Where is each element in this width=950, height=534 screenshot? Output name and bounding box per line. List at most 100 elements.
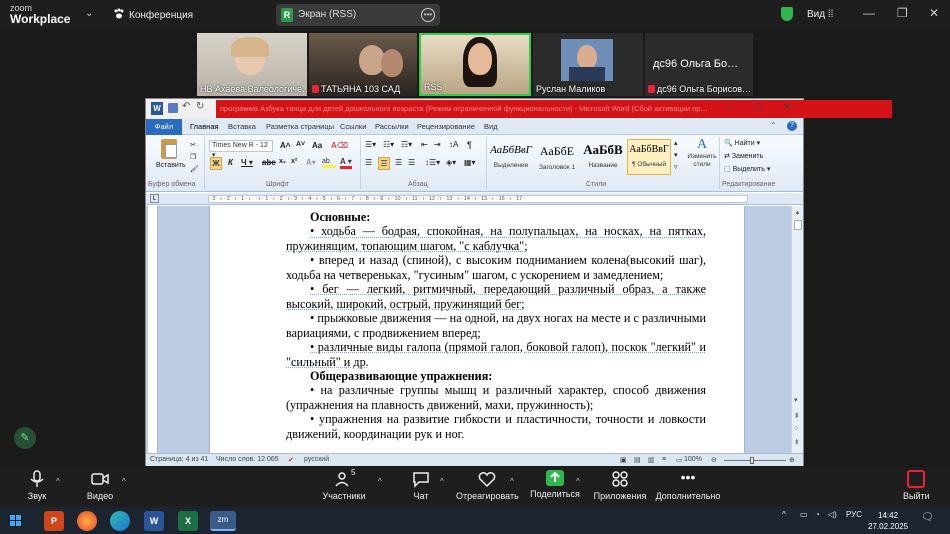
text-effects-icon[interactable]: A▾ (306, 158, 316, 167)
cut-icon[interactable]: ✂ (190, 141, 196, 149)
style-normal[interactable]: АаБбВвГ ¶ Обычный (627, 139, 671, 175)
tab-mailings[interactable]: Рассылки (375, 122, 409, 131)
view-draft-icon[interactable]: ▭ (676, 456, 683, 464)
bullets-icon[interactable]: ☰▾ (365, 140, 376, 149)
increase-indent-icon[interactable]: ⇥ (434, 140, 441, 149)
paste-button[interactable] (156, 137, 182, 161)
superscript-button[interactable]: x² (291, 158, 297, 165)
highlight-icon[interactable]: ab (322, 158, 336, 168)
decrease-indent-icon[interactable]: ⇤ (421, 140, 428, 149)
minimize-icon[interactable]: — (863, 6, 875, 20)
styles-more-icon[interactable]: ▿ (674, 163, 678, 171)
chevron-up-icon[interactable]: ^ (56, 477, 60, 486)
multilevel-icon[interactable]: ☶▾ (401, 140, 412, 149)
numbering-icon[interactable]: ☷▾ (383, 140, 394, 149)
tray-chevron-up-icon[interactable]: ^ (782, 510, 786, 519)
participant-tile-active-speaker[interactable]: RSS (419, 33, 531, 96)
align-center-icon[interactable]: ☰ (378, 157, 390, 170)
shading-icon[interactable]: ◈▾ (446, 158, 456, 167)
replace-button[interactable]: ⇄ Заменить (724, 152, 763, 160)
document-page[interactable]: Основные: • ходьба — бодрая, спокойная, … (210, 206, 744, 453)
zoom-out-icon[interactable]: ⊖ (711, 456, 717, 464)
video-button[interactable]: Видео (85, 470, 115, 501)
horizontal-ruler[interactable]: L · 3 · ı · 2 · ı · 1 · ı · · ı · 1 · ı … (146, 193, 803, 205)
minimize-icon[interactable]: — (726, 102, 735, 112)
styles-scroll-down-icon[interactable]: ▾ (674, 151, 678, 159)
sort-icon[interactable]: ↕A (449, 140, 458, 149)
align-left-icon[interactable]: ☰ (365, 158, 372, 167)
zoom-level[interactable]: 100% (684, 456, 702, 463)
edge-icon[interactable] (110, 511, 130, 531)
tab-page-layout[interactable]: Разметка страницы (266, 122, 334, 131)
more-button[interactable]: ••• Дополнительно (654, 470, 722, 501)
italic-button[interactable]: К (228, 158, 233, 167)
find-button[interactable]: 🔍 Найти ▾ (724, 139, 760, 147)
format-painter-icon[interactable]: 🖌 (190, 165, 199, 173)
tab-file[interactable]: Файл (146, 119, 182, 135)
style-title[interactable]: АаБбВ Название (581, 139, 625, 175)
close-icon[interactable]: ✕ (783, 102, 791, 113)
tab-insert[interactable]: Вставка (228, 122, 256, 131)
audio-button[interactable]: Звук (24, 470, 50, 501)
chevron-down-icon[interactable]: ⌄ (85, 8, 93, 19)
bold-button[interactable]: Ж (210, 157, 222, 170)
zoom-slider[interactable] (724, 460, 786, 461)
font-name-select[interactable]: Times New R - 12 ▾ (209, 140, 273, 159)
more-icon[interactable]: ••• (421, 8, 435, 22)
save-icon[interactable] (168, 103, 178, 113)
participant-tile[interactable]: дс96 Ольга Бо… дс96 Ольга Борисов… (645, 33, 753, 96)
chevron-up-icon[interactable]: ⌃ (770, 121, 777, 130)
view-web-icon[interactable]: ▥ (648, 456, 655, 464)
network-icon[interactable]: ◔ (815, 510, 820, 519)
scroll-up-icon[interactable]: ▴ (792, 208, 803, 216)
volume-icon[interactable]: ◁) (828, 510, 837, 519)
chevron-up-icon[interactable]: ^ (576, 477, 580, 486)
change-styles-button[interactable]: A Изменить стили (686, 137, 718, 179)
select-button[interactable]: ⬚ Выделить ▾ (724, 165, 770, 173)
status-page[interactable]: Страница: 4 из 41 (150, 456, 208, 463)
react-button[interactable]: Отреагировать (456, 470, 519, 501)
strikethrough-button[interactable]: abe (262, 158, 276, 167)
shield-icon[interactable] (781, 7, 793, 21)
styles-scroll-up-icon[interactable]: ▴ (674, 139, 678, 147)
participant-tile[interactable]: ТАТЬЯНА 103 САД (309, 33, 417, 96)
grow-font-icon[interactable]: A˄ (280, 141, 290, 150)
zoom-in-icon[interactable]: ⊕ (789, 456, 795, 464)
status-words[interactable]: Число слов: 12 065 (216, 456, 279, 463)
vertical-scrollbar[interactable]: ▴ ▾ ⇞ ○ ⇟ (791, 206, 803, 453)
line-spacing-icon[interactable]: ↕☰▾ (425, 158, 440, 167)
style-emphasis[interactable]: АаБбВвГ Выделение (489, 139, 533, 175)
annotate-pencil-icon[interactable]: ✎ (14, 427, 36, 449)
tab-review[interactable]: Рецензирование (417, 122, 475, 131)
proofing-icon[interactable]: ✔ (288, 456, 294, 464)
paste-label[interactable]: Вставить (156, 162, 186, 169)
change-case-icon[interactable]: Aa (312, 141, 322, 150)
clear-format-icon[interactable]: A⌫ (331, 141, 348, 150)
notifications-icon[interactable]: 🗨 (921, 512, 934, 523)
chevron-up-icon[interactable]: ^ (440, 477, 444, 486)
copy-icon[interactable]: ❐ (190, 153, 196, 161)
prev-page-icon[interactable]: ⇞ (794, 412, 800, 420)
document-text[interactable]: Основные: • ходьба — бодрая, спокойная, … (286, 210, 706, 441)
conference-button[interactable]: Конференция (113, 8, 193, 21)
view-button[interactable]: Вид ⁞⁞ (807, 9, 833, 20)
maximize-icon[interactable]: ☐ (754, 102, 762, 113)
browse-object-icon[interactable]: ○ (794, 425, 798, 432)
keyboard-language[interactable]: РУС (846, 510, 862, 519)
tab-home[interactable]: Главная (190, 122, 219, 131)
view-fullscreen-icon[interactable]: ▤ (634, 456, 641, 464)
status-language[interactable]: русский (304, 456, 329, 463)
shrink-font-icon[interactable]: A˅ (296, 141, 305, 148)
restore-icon[interactable]: ❐ (897, 6, 908, 20)
help-icon[interactable]: ? (787, 121, 797, 131)
apps-button[interactable]: Приложения (593, 470, 647, 501)
windows-start-icon[interactable] (10, 515, 22, 527)
close-icon[interactable]: ✕ (929, 6, 939, 20)
leave-button[interactable]: Выйти (903, 470, 930, 501)
font-color-icon[interactable]: A ▾ (340, 157, 352, 169)
excel-icon[interactable]: X (178, 511, 198, 531)
tab-references[interactable]: Ссылки (340, 122, 366, 131)
undo-icon[interactable]: ↶ (182, 101, 190, 112)
next-page-icon[interactable]: ⇟ (794, 438, 800, 446)
view-print-layout-icon[interactable]: ▣ (620, 456, 627, 464)
